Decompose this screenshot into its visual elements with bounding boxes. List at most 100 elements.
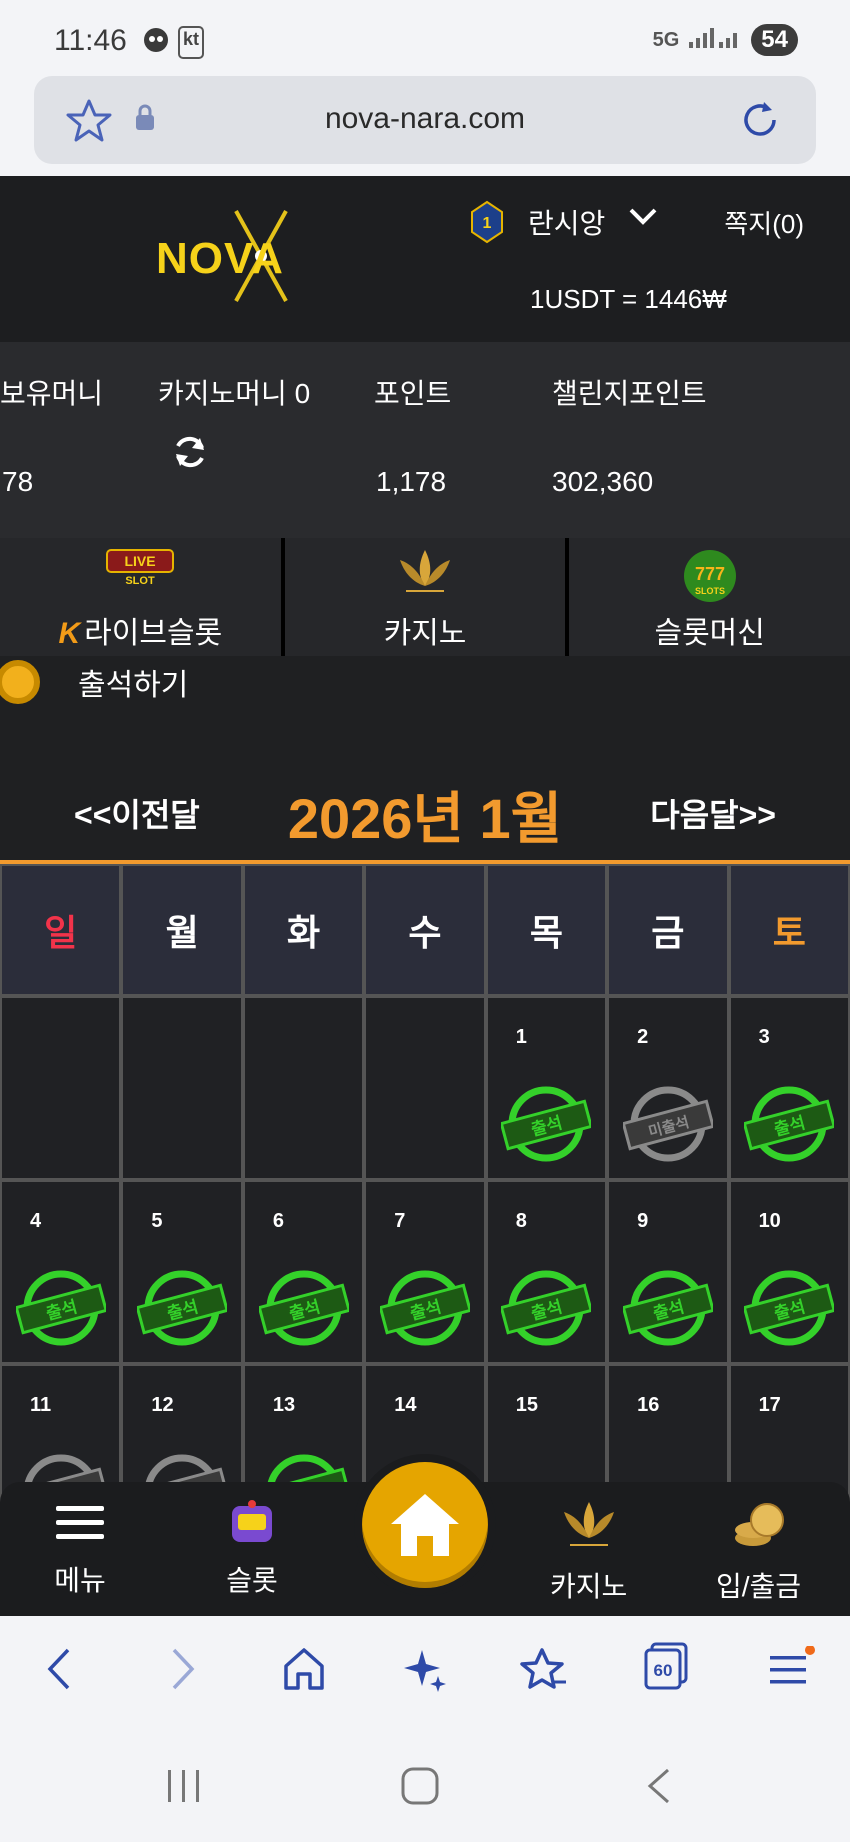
rank-badge-icon: 1 bbox=[470, 200, 504, 249]
svg-text:60: 60 bbox=[654, 1661, 673, 1680]
calendar-day-cell: 5 출석 bbox=[121, 1180, 243, 1364]
status-time: 11:46 bbox=[54, 24, 127, 57]
casino-button[interactable]: 카지노 bbox=[550, 1498, 627, 1605]
chevron-down-icon[interactable] bbox=[628, 206, 658, 231]
category-tabs: LIVE SLOT K 라이브슬롯 카지노 777 SLOTS 슬롯머신 bbox=[0, 538, 850, 656]
svg-text:SLOTS: SLOTS bbox=[695, 586, 725, 596]
day-number: 6 bbox=[272, 1210, 284, 1232]
777-slots-icon: 777 SLOTS bbox=[680, 546, 740, 609]
calendar-day-cell bbox=[0, 996, 122, 1180]
deposit-withdraw-button[interactable]: 입/출금 bbox=[716, 1498, 801, 1605]
battery-indicator: 54 bbox=[751, 24, 798, 56]
attended-stamp: 출석 bbox=[501, 1086, 592, 1162]
calendar-day-cell bbox=[121, 996, 243, 1180]
day-number: 9 bbox=[637, 1210, 649, 1232]
tab-live-slot[interactable]: LIVE SLOT K 라이브슬롯 bbox=[0, 538, 281, 656]
forward-icon[interactable] bbox=[168, 1646, 198, 1697]
hamburger-icon bbox=[56, 1506, 104, 1539]
weekday-sat: 토 bbox=[728, 864, 850, 996]
held-money-value: 78 bbox=[2, 466, 34, 497]
bookmarks-icon[interactable] bbox=[520, 1646, 568, 1697]
site-content: NOVA 1 란시앙 쪽지(0) 1USDT = 1446₩ 보유머니 78 카… bbox=[0, 176, 850, 1616]
slot-button[interactable]: 슬롯 bbox=[224, 1498, 280, 1599]
sparkle-icon[interactable] bbox=[402, 1646, 448, 1697]
attended-stamp: 출석 bbox=[258, 1270, 349, 1346]
points-label: 포인트 bbox=[374, 378, 452, 409]
network-5g-icon: 5G bbox=[652, 28, 680, 51]
attended-stamp: 출석 bbox=[622, 1270, 713, 1346]
calendar-day-cell: 9 출석 bbox=[607, 1180, 729, 1364]
attended-stamp: 출석 bbox=[379, 1270, 470, 1346]
tab-slot-machine[interactable]: 777 SLOTS 슬롯머신 bbox=[569, 538, 850, 656]
slot-machine-icon bbox=[232, 1500, 272, 1542]
coins-icon bbox=[734, 1503, 784, 1546]
day-number: 12 bbox=[151, 1394, 174, 1416]
attended-stamp: 출석 bbox=[501, 1270, 592, 1346]
home-browser-icon[interactable] bbox=[282, 1646, 326, 1697]
day-number: 3 bbox=[758, 1026, 770, 1048]
weekday-wed: 수 bbox=[364, 864, 486, 996]
url-bar[interactable]: nova-nara.com bbox=[34, 76, 816, 164]
casino-money-label: 카지노머니 0 bbox=[158, 378, 311, 409]
attended-stamp: 출석 bbox=[15, 1270, 106, 1346]
tab-casino[interactable]: 카지노 bbox=[284, 538, 566, 656]
attendance-title: 출석하기 bbox=[78, 669, 189, 702]
day-number: 2 bbox=[637, 1026, 649, 1048]
month-nav: <<이전달 2026년 1월 다음달>> bbox=[0, 766, 850, 856]
tabs-icon[interactable]: 60 bbox=[642, 1640, 690, 1695]
day-number: 8 bbox=[515, 1210, 527, 1232]
carrier-badge: kt bbox=[178, 26, 205, 59]
next-month-button[interactable]: 다음달>> bbox=[650, 790, 776, 836]
calendar-day-cell: 8 출석 bbox=[485, 1180, 608, 1364]
day-number: 4 bbox=[30, 1210, 42, 1232]
weekday-thu: 목 bbox=[485, 864, 608, 996]
money-summary: 보유머니 78 카지노머니 0 포인트 1,178 챌린지포인트 302,360 bbox=[0, 342, 850, 538]
attended-stamp: 출석 bbox=[744, 1086, 835, 1162]
svg-text:1: 1 bbox=[483, 215, 492, 232]
reload-icon[interactable] bbox=[738, 98, 782, 147]
attendance-header: 출석하기 bbox=[0, 656, 850, 716]
refresh-icon[interactable] bbox=[170, 432, 210, 477]
calendar-week-row: 1 출석 2 미출석 3 출석 bbox=[0, 996, 850, 1180]
calendar-week-row: 4 출석 5 출석 6 출석 7 출석 8 출석 9 출석 10 출석 bbox=[0, 1180, 850, 1364]
calendar-day-cell: 3 출석 bbox=[728, 996, 850, 1180]
challenge-points-label: 챌린지포인트 bbox=[552, 378, 707, 409]
day-number: 1 bbox=[515, 1026, 527, 1048]
k-logo-icon: K bbox=[58, 617, 81, 650]
calendar-day-cell: 2 미출석 bbox=[607, 996, 729, 1180]
recent-apps-icon[interactable] bbox=[164, 1766, 204, 1811]
android-home-icon[interactable] bbox=[400, 1766, 440, 1811]
nova-logo[interactable]: NOVA bbox=[156, 206, 346, 306]
username[interactable]: 란시앙 bbox=[528, 202, 605, 242]
missed-stamp: 미출석 bbox=[622, 1086, 713, 1162]
day-number: 11 bbox=[30, 1394, 52, 1416]
notification-icon bbox=[142, 26, 170, 59]
attended-stamp: 출석 bbox=[137, 1270, 228, 1346]
site-header: NOVA 1 란시앙 쪽지(0) 1USDT = 1446₩ bbox=[0, 176, 850, 342]
back-icon[interactable] bbox=[44, 1646, 74, 1697]
home-button[interactable] bbox=[354, 1454, 496, 1596]
svg-text:SLOT: SLOT bbox=[126, 575, 156, 586]
home-icon bbox=[391, 1494, 459, 1556]
day-number: 16 bbox=[637, 1394, 660, 1416]
day-number: 14 bbox=[394, 1394, 417, 1416]
day-number: 5 bbox=[151, 1210, 163, 1232]
day-number: 10 bbox=[758, 1210, 781, 1232]
live-slot-icon: LIVE SLOT bbox=[105, 546, 175, 591]
messages-link[interactable]: 쪽지(0) bbox=[724, 204, 804, 241]
menu-button[interactable]: 메뉴 bbox=[52, 1498, 108, 1599]
browser-menu-icon[interactable] bbox=[766, 1645, 816, 1697]
android-back-icon[interactable] bbox=[644, 1766, 674, 1811]
status-bar: 11:46 kt 5G 54 bbox=[0, 0, 850, 72]
android-nav-bar bbox=[0, 1726, 850, 1842]
day-number: 15 bbox=[515, 1394, 538, 1416]
points-value: 1,178 bbox=[376, 466, 447, 497]
weekday-header: 일 월 화 수 목 금 토 bbox=[0, 864, 850, 996]
calendar-day-cell: 4 출석 bbox=[0, 1180, 122, 1364]
weekday-sun: 일 bbox=[0, 864, 122, 996]
k-slot-lotus-icon bbox=[563, 1502, 614, 1546]
url-text[interactable]: nova-nara.com bbox=[34, 102, 816, 136]
calendar-day-cell: 10 출석 bbox=[728, 1180, 850, 1364]
exchange-rate: 1USDT = 1446₩ bbox=[530, 284, 727, 314]
attendance-dot-icon bbox=[0, 660, 40, 704]
